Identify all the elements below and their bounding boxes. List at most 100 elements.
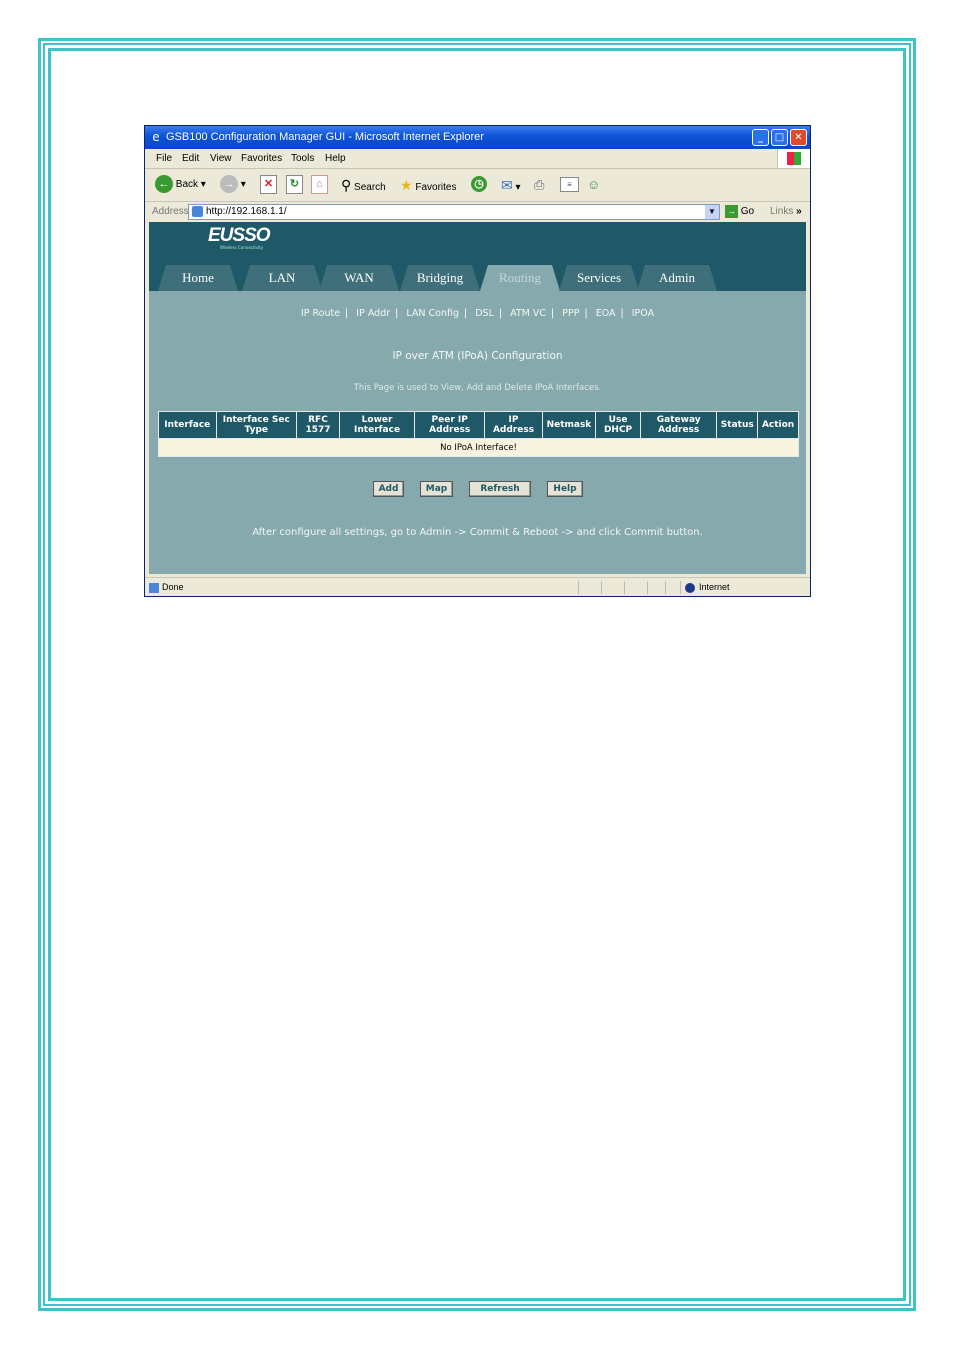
- refresh-browser-button[interactable]: ↻: [286, 174, 303, 196]
- tab-lan[interactable]: LAN: [242, 265, 322, 291]
- print-icon: ⎙: [534, 177, 545, 192]
- stop-button[interactable]: ✕: [260, 174, 277, 196]
- table-header-row: Interface Interface Sec Type RFC 1577 Lo…: [158, 411, 799, 439]
- table-row: No IPoA Interface!: [158, 438, 799, 457]
- home-button[interactable]: ⌂: [311, 174, 328, 196]
- status-text: Done: [162, 582, 184, 592]
- address-label: Address: [152, 206, 189, 217]
- address-url: http://192.168.1.1/: [206, 206, 287, 217]
- title-bar[interactable]: e GSB100 Configuration Manager GUI - Mic…: [145, 126, 810, 149]
- messenger-button[interactable]: ☺: [587, 174, 600, 196]
- status-page-icon: [149, 582, 159, 593]
- col-interface: Interface: [158, 411, 217, 439]
- mail-icon: ✉: [501, 177, 513, 193]
- status-divider: [624, 581, 625, 594]
- tab-routing[interactable]: Routing: [480, 265, 560, 291]
- page-title: IP over ATM (IPoA) Configuration: [392, 350, 563, 362]
- stop-icon: ✕: [260, 174, 277, 194]
- menu-file[interactable]: File: [156, 149, 172, 168]
- col-gateway-address: Gateway Address: [640, 411, 718, 439]
- back-arrow-icon: ←: [155, 175, 173, 194]
- subnav-lan-config[interactable]: LAN Config: [406, 308, 459, 319]
- page-description: This Page is used to View, Add and Delet…: [353, 383, 602, 393]
- eusso-logo: EUSSO: [208, 225, 271, 246]
- col-action: Action: [757, 411, 799, 439]
- mail-button[interactable]: ✉ ▾: [501, 174, 521, 196]
- router-header: EUSSO Wireless Connectivity Home LAN WAN…: [149, 222, 806, 291]
- menu-view[interactable]: View: [210, 149, 232, 168]
- go-label: Go: [740, 206, 755, 217]
- forward-button[interactable]: → ▾: [220, 174, 246, 196]
- subnav-ipoa[interactable]: IPOA: [632, 308, 654, 319]
- status-divider: [578, 581, 579, 594]
- subnav-ppp[interactable]: PPP: [562, 308, 579, 319]
- star-icon: ★: [400, 177, 413, 193]
- minimize-button[interactable]: _: [752, 129, 769, 146]
- back-label: Back: [175, 179, 199, 190]
- col-interface-sec-type: Interface Sec Type: [215, 411, 298, 439]
- subnav-dsl[interactable]: DSL: [475, 308, 494, 319]
- tab-wan[interactable]: WAN: [319, 265, 399, 291]
- close-button[interactable]: ✕: [790, 129, 807, 146]
- back-button[interactable]: ← Back ▾: [155, 174, 206, 196]
- col-lower-interface: Lower Interface: [338, 411, 416, 439]
- commit-note: After configure all settings, go to Admi…: [252, 527, 703, 538]
- zone-label: Internet: [699, 582, 730, 592]
- windows-logo-icon: [777, 149, 810, 168]
- subnav-ip-route[interactable]: IP Route: [301, 308, 340, 319]
- ie-icon: e: [152, 130, 160, 144]
- help-button[interactable]: Help: [547, 481, 583, 497]
- col-netmask: Netmask: [541, 411, 597, 439]
- favorites-label: Favorites: [415, 182, 457, 193]
- subnav-atm-vc[interactable]: ATM VC: [510, 308, 546, 319]
- tab-bridging[interactable]: Bridging: [400, 265, 480, 291]
- home-icon: ⌂: [311, 174, 328, 194]
- tab-admin[interactable]: Admin: [637, 265, 717, 291]
- maximize-button[interactable]: □: [771, 129, 788, 146]
- empty-message: No IPoA Interface!: [158, 438, 799, 457]
- add-button[interactable]: Add: [373, 481, 404, 497]
- search-button[interactable]: ⚲ Search: [341, 174, 386, 196]
- status-divider: [680, 581, 681, 594]
- router-page: EUSSO Wireless Connectivity Home LAN WAN…: [149, 222, 806, 574]
- toolbar: ← Back ▾ → ▾ ✕ ↻ ⌂ ⚲ Search ★ Favorites …: [145, 169, 810, 202]
- col-peer-ip-address: Peer IP Address: [414, 411, 486, 439]
- col-ip-address: IP Address: [484, 411, 543, 439]
- links-button[interactable]: Links »: [770, 202, 802, 222]
- address-dropdown-icon[interactable]: ▼: [705, 205, 719, 219]
- favorites-button[interactable]: ★ Favorites: [400, 174, 456, 196]
- menu-bar: File Edit View Favorites Tools Help: [145, 149, 810, 169]
- window-title: GSB100 Configuration Manager GUI - Micro…: [166, 131, 484, 143]
- tab-services[interactable]: Services: [559, 265, 639, 291]
- edit-icon: ≡: [560, 176, 579, 192]
- search-label: Search: [354, 182, 386, 193]
- internet-zone: Internet: [685, 578, 730, 596]
- menu-edit[interactable]: Edit: [182, 149, 199, 168]
- subnav-eoa[interactable]: EOA: [596, 308, 616, 319]
- ipoa-table: Interface Interface Sec Type RFC 1577 Lo…: [158, 411, 799, 457]
- messenger-icon: ☺: [587, 177, 601, 192]
- refresh-icon: ↻: [286, 174, 303, 194]
- print-button[interactable]: ⎙: [534, 174, 544, 196]
- links-label: Links: [770, 206, 794, 217]
- menu-help[interactable]: Help: [325, 149, 346, 168]
- history-icon: ◷: [471, 176, 487, 193]
- history-button[interactable]: ◷: [471, 174, 487, 196]
- subnav-ip-addr[interactable]: IP Addr: [356, 308, 390, 319]
- address-input[interactable]: http://192.168.1.1/ ▼: [188, 204, 720, 220]
- edit-button[interactable]: ≡: [560, 174, 579, 196]
- col-use-dhcp: Use DHCP: [595, 411, 642, 439]
- logo-subtitle: Wireless Connectivity: [220, 245, 264, 250]
- search-icon: ⚲: [341, 177, 352, 193]
- menu-favorites[interactable]: Favorites: [241, 149, 282, 168]
- address-bar: Address http://192.168.1.1/ ▼ → Go Links…: [145, 202, 810, 222]
- refresh-button[interactable]: Refresh: [469, 481, 531, 497]
- tab-home[interactable]: Home: [158, 265, 238, 291]
- go-arrow-icon: →: [725, 204, 738, 218]
- col-status: Status: [716, 411, 759, 439]
- status-divider: [647, 581, 648, 594]
- page-icon: [192, 206, 203, 217]
- go-button[interactable]: → Go: [725, 202, 754, 222]
- map-button[interactable]: Map: [420, 481, 453, 497]
- menu-tools[interactable]: Tools: [291, 149, 314, 168]
